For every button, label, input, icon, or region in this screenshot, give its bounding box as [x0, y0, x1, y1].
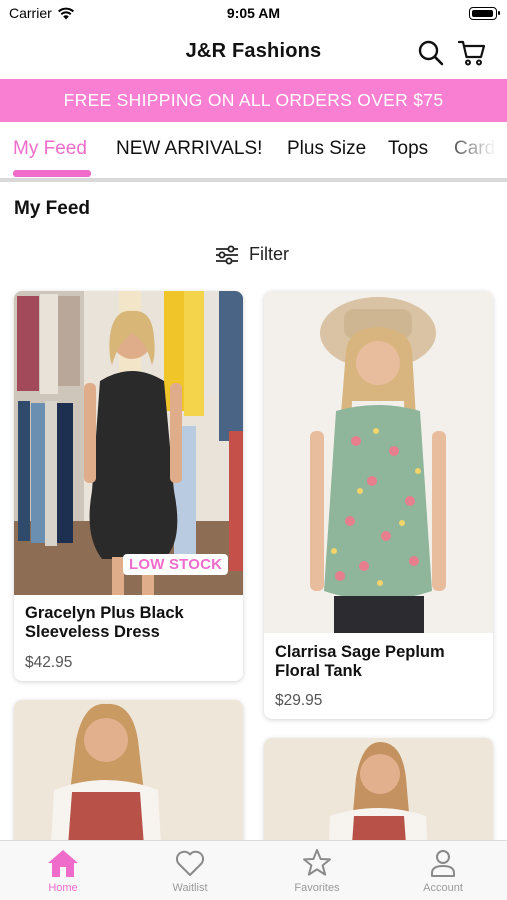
tab-card[interactable]: Card	[454, 138, 495, 160]
cart-button[interactable]	[456, 37, 488, 69]
nav-home[interactable]: Home	[23, 847, 103, 894]
feed-title: My Feed	[14, 198, 91, 219]
search-icon	[418, 40, 444, 66]
product-price: $42.95	[25, 654, 73, 671]
heart-icon	[175, 850, 205, 876]
nav-favorites[interactable]: Favorites	[277, 847, 357, 894]
tab-new-arrivals[interactable]: NEW ARRIVALS!	[116, 138, 262, 160]
nav-account-label: Account	[423, 882, 463, 894]
product-name: Clarrisa Sage Peplum Floral Tank	[275, 643, 445, 680]
promo-text: FREE SHIPPING ON ALL ORDERS OVER $75	[63, 90, 444, 110]
battery-icon	[469, 7, 500, 20]
category-tabs: My Feed NEW ARRIVALS! Plus Size Tops Car…	[0, 122, 507, 182]
product-image	[14, 291, 243, 595]
active-tab-indicator	[13, 170, 91, 177]
bottom-nav: Home Waitlist Favorites Account	[0, 840, 507, 900]
low-stock-badge: LOW STOCK	[123, 554, 229, 575]
home-icon	[48, 850, 78, 877]
nav-home-label: Home	[48, 882, 78, 894]
status-bar: Carrier 9:05 AM	[0, 0, 507, 28]
product-image	[264, 291, 493, 633]
star-icon	[303, 849, 331, 876]
person-icon	[431, 850, 455, 877]
product-card[interactable]: Clarrisa Sage Peplum Floral Tank $29.95	[264, 291, 493, 719]
nav-account[interactable]: Account	[403, 847, 483, 894]
cart-icon	[457, 40, 486, 66]
nav-favorites-label: Favorites	[294, 882, 340, 894]
filter-button[interactable]: Filter	[215, 244, 289, 265]
nav-waitlist-label: Waitlist	[172, 882, 208, 894]
tab-plus-size[interactable]: Plus Size	[287, 138, 366, 160]
status-time: 9:05 AM	[226, 5, 281, 21]
app-header: J&R Fashions	[0, 28, 507, 78]
promo-banner[interactable]: FREE SHIPPING ON ALL ORDERS OVER $75	[0, 79, 507, 122]
nav-waitlist[interactable]: Waitlist	[150, 847, 230, 894]
product-name: Gracelyn Plus Black Sleeveless Dress	[25, 604, 184, 641]
product-price: $29.95	[275, 692, 323, 709]
filter-icon	[216, 245, 238, 264]
filter-label: Filter	[249, 244, 289, 264]
product-card[interactable]: LOW STOCK Gracelyn Plus Black Sleeveless…	[14, 291, 243, 681]
search-button[interactable]	[415, 37, 447, 69]
tab-tops[interactable]: Tops	[388, 138, 428, 160]
tab-my-feed[interactable]: My Feed	[13, 138, 87, 160]
